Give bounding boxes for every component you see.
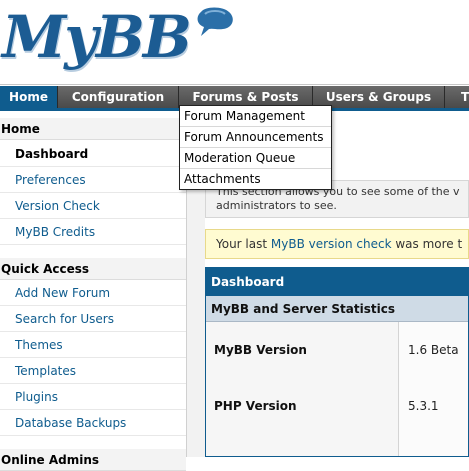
menu-item-moderation-queue[interactable]: Moderation Queue xyxy=(180,148,331,169)
sidebar-item-mybb-credits[interactable]: MyBB Credits xyxy=(0,219,186,245)
version-notice-prefix: Your last xyxy=(216,237,271,251)
sidebar: Home Dashboard Preferences Version Check… xyxy=(0,112,186,471)
dashboard-table: Dashboard MyBB and Server Statistics MyB… xyxy=(205,267,469,457)
sidebar-item-database-backups[interactable]: Database Backups xyxy=(0,410,186,436)
stat-label: MyBB Version xyxy=(206,322,399,378)
dashboard-table-title: Dashboard xyxy=(206,268,468,296)
stat-label: PHP Version xyxy=(206,378,399,434)
intro-notice-line2: administrators to see. xyxy=(216,199,337,212)
sidebar-item-templates[interactable]: Templates xyxy=(0,358,186,384)
forums-posts-dropdown: Forum Management Forum Announcements Mod… xyxy=(179,105,332,190)
stat-value: 1.6 Beta xyxy=(399,322,468,378)
stats-subheader: MyBB and Server Statistics xyxy=(206,296,468,322)
sidebar-item-themes[interactable]: Themes xyxy=(0,332,186,358)
stat-value xyxy=(399,434,468,456)
sidebar-section-quick-access-title: Quick Access xyxy=(0,258,186,280)
header-divider xyxy=(0,84,469,85)
sidebar-item-dashboard[interactable]: Dashboard xyxy=(0,141,186,167)
tab-home[interactable]: Home xyxy=(0,86,58,108)
tab-configuration[interactable]: Configuration xyxy=(58,86,179,108)
sidebar-item-search-users[interactable]: Search for Users xyxy=(0,306,186,332)
tab-templates-partial[interactable]: T xyxy=(445,86,469,108)
mybb-logo[interactable]: MyBB xyxy=(2,2,192,72)
speech-bubble-icon xyxy=(197,7,233,36)
table-row xyxy=(206,434,468,456)
menu-item-attachments[interactable]: Attachments xyxy=(180,169,331,190)
sidebar-item-add-new-forum[interactable]: Add New Forum xyxy=(0,280,186,306)
sidebar-section-online-admins-title: Online Admins xyxy=(0,449,186,471)
sidebar-item-plugins[interactable]: Plugins xyxy=(0,384,186,410)
stat-value: 5.3.1 xyxy=(399,378,468,434)
table-row: PHP Version 5.3.1 xyxy=(206,378,468,435)
version-notice-suffix: was more t xyxy=(391,237,463,251)
version-check-notice: Your last MyBB version check was more t xyxy=(205,229,469,259)
version-check-link[interactable]: MyBB version check xyxy=(271,237,392,251)
menu-item-forum-announcements[interactable]: Forum Announcements xyxy=(180,127,331,148)
sidebar-item-preferences[interactable]: Preferences xyxy=(0,167,186,193)
table-row: MyBB Version 1.6 Beta xyxy=(206,322,468,379)
menu-item-forum-management[interactable]: Forum Management xyxy=(180,106,331,127)
tab-users-groups[interactable]: Users & Groups xyxy=(313,86,445,108)
header: MyBB xyxy=(0,0,469,84)
sidebar-item-version-check[interactable]: Version Check xyxy=(0,193,186,219)
stat-label xyxy=(206,434,399,456)
sidebar-section-home-title: Home xyxy=(0,118,186,140)
